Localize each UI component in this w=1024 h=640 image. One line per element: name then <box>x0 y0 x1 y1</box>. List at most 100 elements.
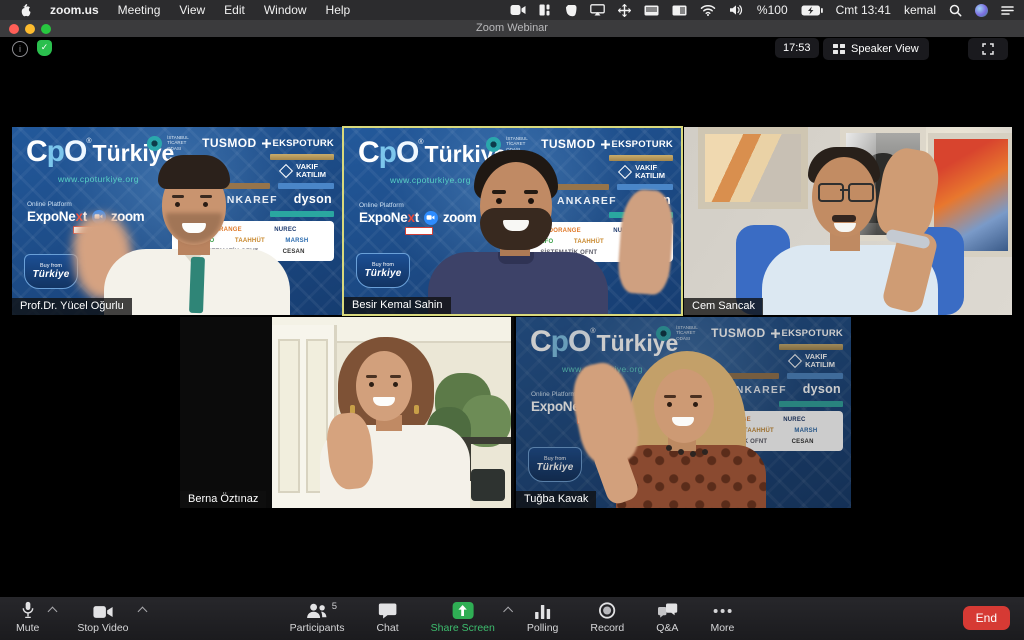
patterned-top <box>616 445 766 508</box>
waving-hand <box>566 358 644 468</box>
participant-person <box>516 317 851 508</box>
eyebrow <box>690 395 702 398</box>
battery-icon[interactable] <box>801 3 823 17</box>
airplay-icon[interactable] <box>590 3 605 17</box>
qa-button[interactable]: Q&A <box>656 602 678 634</box>
mustache <box>832 215 856 222</box>
participants-button[interactable]: 5 Participants <box>290 602 345 634</box>
smile <box>834 223 856 232</box>
participant-name-label: Cem Sancak <box>684 298 763 315</box>
video-tile-yucel-ogurlu[interactable]: CpO®Türkiye www.cpoturkiye.org Online Pl… <box>12 127 342 315</box>
smile <box>672 417 694 426</box>
polling-bars-icon <box>535 602 551 619</box>
menu-window[interactable]: Window <box>264 3 307 17</box>
fullscreen-icon <box>982 43 994 55</box>
qa-bubbles-icon <box>657 602 677 619</box>
menu-username[interactable]: kemal <box>904 3 936 17</box>
window-title: Zoom Webinar <box>0 22 1024 34</box>
microphone-icon <box>21 602 35 619</box>
eyebrow <box>390 375 401 378</box>
meeting-controls-toolbar: Mute Stop Video 5 Participants Chat <box>0 597 1024 640</box>
eye <box>693 402 698 407</box>
window-title-bar: Zoom Webinar <box>0 20 1024 37</box>
eye <box>393 382 398 387</box>
video-options-caret[interactable] <box>137 607 147 617</box>
smile <box>373 397 395 406</box>
chat-label: Chat <box>376 622 398 634</box>
video-tile-cem-sancak[interactable]: Cem Sancak <box>684 127 1012 315</box>
menu-meeting[interactable]: Meeting <box>118 3 161 17</box>
face <box>812 157 876 237</box>
participants-count-badge: 5 <box>332 601 337 612</box>
move-tool-icon[interactable] <box>618 3 631 17</box>
notification-center-icon[interactable] <box>1001 3 1014 17</box>
record-button[interactable]: Record <box>590 602 624 634</box>
menu-clock[interactable]: Cmt 13:41 <box>836 3 891 17</box>
glasses-lens <box>818 183 844 202</box>
video-tile-tugba-kavak[interactable]: CpO®Türkiye www.cpoturkiye.org Online Pl… <box>516 317 851 508</box>
eye <box>528 198 534 204</box>
zoom-webinar-screen: zoom.us Meeting View Edit Window Help %1… <box>0 0 1024 640</box>
tie <box>189 257 205 313</box>
face <box>654 369 714 443</box>
mute-button[interactable]: Mute <box>16 602 39 634</box>
eyebrow <box>200 195 212 198</box>
face <box>356 351 412 421</box>
video-camera-icon <box>93 602 113 619</box>
waving-hand <box>616 188 675 295</box>
wifi-icon[interactable] <box>700 3 716 17</box>
record-label: Record <box>590 622 624 634</box>
participant-person <box>344 128 681 314</box>
share-options-caret[interactable] <box>503 607 513 617</box>
stop-video-button[interactable]: Stop Video <box>77 602 128 634</box>
earring <box>414 405 419 414</box>
encryption-shield-icon[interactable]: ✓ <box>37 40 52 56</box>
more-button[interactable]: More <box>710 602 734 634</box>
participants-label: Participants <box>290 622 345 634</box>
chat-bubble-icon <box>379 602 397 619</box>
glasses-lens <box>848 183 874 202</box>
eye <box>369 382 374 387</box>
volume-icon[interactable] <box>729 3 744 17</box>
camera-status-icon[interactable] <box>510 3 526 17</box>
eye <box>203 202 208 207</box>
share-screen-button[interactable]: Share Screen <box>431 602 495 634</box>
eyebrow <box>664 395 676 398</box>
share-screen-icon <box>452 602 473 619</box>
polling-label: Polling <box>527 622 559 634</box>
evernote-icon[interactable] <box>565 3 577 17</box>
share-screen-label: Share Screen <box>431 622 495 634</box>
menu-view[interactable]: View <box>179 3 205 17</box>
meeting-info-icon[interactable]: i <box>12 41 28 57</box>
participant-name-label: Tuğba Kavak <box>516 491 596 508</box>
speaker-view-button[interactable]: Speaker View <box>823 38 929 60</box>
siri-icon[interactable] <box>975 4 988 17</box>
meeting-timer: 17:53 <box>775 38 819 58</box>
spotlight-search-icon[interactable] <box>949 3 962 17</box>
mute-options-caret[interactable] <box>48 607 58 617</box>
participants-icon: 5 <box>306 602 328 619</box>
eyebrow <box>492 190 506 194</box>
chat-button[interactable]: Chat <box>376 602 398 634</box>
polling-button[interactable]: Polling <box>527 602 559 634</box>
menu-edit[interactable]: Edit <box>224 3 245 17</box>
participant-name-label: Prof.Dr. Yücel Oğurlu <box>12 298 132 315</box>
menu-zoom-us[interactable]: zoom.us <box>50 3 99 17</box>
eyebrow <box>172 195 184 198</box>
window-manager-icon[interactable] <box>672 3 687 17</box>
video-tile-berna-oztinaz[interactable]: Berna Öztınaz <box>180 317 514 508</box>
gallery-grid-icon <box>833 44 845 54</box>
video-tile-besir-kemal-sahin-active[interactable]: CpO®Türkiye www.cpoturkiye.org Online Pl… <box>342 126 683 316</box>
record-circle-icon <box>599 602 616 619</box>
hair <box>158 155 230 189</box>
keyboard-icon[interactable] <box>644 3 659 17</box>
apple-menu-icon[interactable] <box>18 3 31 17</box>
end-meeting-button[interactable]: End <box>963 606 1010 630</box>
split-view-icon[interactable] <box>539 3 552 17</box>
eye <box>496 198 502 204</box>
fullscreen-button[interactable] <box>968 38 1008 60</box>
stop-video-label: Stop Video <box>77 622 128 634</box>
menu-help[interactable]: Help <box>326 3 351 17</box>
participant-name-label: Berna Öztınaz <box>180 491 266 508</box>
more-label: More <box>710 622 734 634</box>
